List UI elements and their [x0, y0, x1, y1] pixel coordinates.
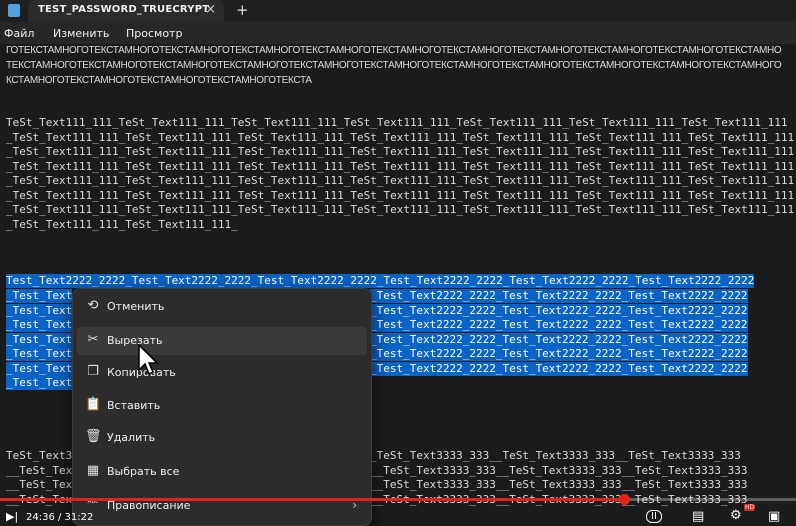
- selected-text-line: Test_Text2222_2222_Test_Text2222_2222_Te…: [6, 274, 755, 288]
- text-line: _TeSt_Text111_111_TeSt_Text111_111_TeSt_…: [6, 159, 795, 173]
- video-progress-fill: [0, 498, 625, 501]
- video-time: 24:36 / 31:22: [26, 512, 94, 523]
- selected-text-line-end: _Test_Text2222_2222_Test_Text2222_2222_T…: [370, 303, 748, 318]
- text-line: _TeSt_Text111_111_TeSt_Text111_111_TeSt_…: [6, 203, 795, 216]
- trash-icon: 🗑: [85, 429, 102, 444]
- scissors-icon: ✂: [87, 332, 99, 347]
- context-menu-item[interactable]: ⟲ Отменить: [77, 293, 367, 321]
- new-tab-icon[interactable]: +: [236, 1, 249, 19]
- context-menu-item[interactable]: ❐ Копировать: [77, 359, 367, 387]
- tab-document[interactable]: TEST_PASSWORD_TRUECRYPT ×: [28, 0, 224, 22]
- tab-title: TEST_PASSWORD_TRUECRYPT: [38, 4, 210, 15]
- cyr-line: ГОТЕКСТАМНОГОТЕКСТАМНОГОТЕКСТАМНОГОТЕКСТ…: [6, 45, 782, 56]
- text-line: _TeSt_Text111_111_TeSt_Text111_111_: [6, 217, 238, 231]
- context-menu-item-label: Выбрать все: [107, 465, 180, 478]
- text-line-end: __TeSt_Text3333_333__TeSt_Text3333_333__…: [370, 463, 748, 477]
- text-line: _TeSt_Text111_111_TeSt_Text111_111_TeSt_…: [6, 145, 795, 158]
- hd-badge: HD: [744, 504, 756, 511]
- text-line-end: _TeSt_Text3333_333__TeSt_Text3333_333__T…: [370, 449, 741, 462]
- context-menu-item[interactable]: 🗑 Удалить: [77, 424, 367, 452]
- video-progress-track[interactable]: [0, 494, 796, 505]
- cyr-line: КСТАМНОГОТЕКСТАМНОГОТЕКСТАМНОГОТЕКСТАМНО…: [6, 75, 312, 86]
- text-line-start: TeSt_Text3: [6, 449, 73, 462]
- cyr-line: ТЕКСТАМНОГОТЕКСТАМНОГОТЕКСТАМНОГОТЕКСТАМ…: [6, 60, 782, 71]
- selected-text-line-end: _Test_Text2222_2222_Test_Text2222_2222_T…: [370, 332, 748, 347]
- text-line-end: __TeSt_Text3333_333__TeSt_Text3333_333__…: [370, 478, 748, 491]
- settings-gear-icon[interactable]: ⚙: [730, 508, 742, 523]
- text-line: _TeSt_Text111_111_TeSt_Text111_111_TeSt_…: [6, 188, 795, 202]
- autoplay-toggle-icon[interactable]: II: [646, 510, 662, 523]
- context-menu: ⟲ Отменить ✂ Вырезать ❐ Копировать 📋 Вставить 🗑 У…: [72, 288, 372, 526]
- menu-bar: Файл Изменить Просмотр ⚙: [0, 22, 796, 62]
- context-menu-item[interactable]: ✂ Вырезать: [77, 327, 367, 355]
- context-menu-item-label: Отменить: [107, 300, 165, 313]
- selected-text-line-start: _Test_Text: [6, 332, 73, 347]
- context-menu-item-label: Удалить: [107, 431, 156, 444]
- close-tab-icon[interactable]: ×: [205, 2, 216, 17]
- selected-text-line-start: _Test_Text: [6, 289, 73, 303]
- selected-text-line-start: _Test_Text: [6, 361, 73, 376]
- text-line-start: __TeSt_Tex: [6, 463, 73, 477]
- selected-text-line-end: _Test_Text2222_2222_Test_Text2222_2222_T…: [370, 347, 748, 361]
- menu-file[interactable]: Файл: [4, 27, 34, 40]
- video-progress-knob[interactable]: [619, 494, 631, 505]
- title-bar: TEST_PASSWORD_TRUECRYPT × +: [0, 0, 796, 22]
- copy-icon: ❐: [87, 364, 99, 379]
- text-line: _TeSt_Text111_111_TeSt_Text111_111_TeSt_…: [6, 130, 795, 144]
- selected-text-line-end: _Test_Text2222_2222_Test_Text2222_2222_T…: [370, 318, 748, 332]
- menu-view[interactable]: Просмотр: [126, 27, 182, 40]
- notepad-icon: [8, 4, 20, 17]
- text-line: _TeSt_Text111_111_TeSt_Text111_111_TeSt_…: [6, 174, 795, 187]
- context-menu-item-label: Вставить: [107, 399, 161, 412]
- text-line-start: __TeSt_Tex: [6, 478, 73, 491]
- selected-text-line-start: _Test_Text: [6, 376, 73, 390]
- context-menu-item[interactable]: ▦ Выбрать все: [77, 458, 367, 486]
- mouse-cursor-icon: [138, 344, 159, 376]
- selected-text-line-end: _Test_Text2222_2222_Test_Text2222_2222_T…: [370, 361, 748, 376]
- menu-edit[interactable]: Изменить: [53, 27, 109, 40]
- context-menu-item[interactable]: 📋 Вставить: [77, 392, 367, 420]
- select-all-icon: ▦: [86, 463, 100, 478]
- undo-icon: ⟲: [87, 298, 99, 313]
- subtitles-icon[interactable]: ▤: [692, 509, 704, 524]
- selected-text-line-start: _Test_Text: [6, 303, 73, 318]
- selected-text-line-start: _Test_Text: [6, 347, 73, 361]
- selected-text-line-end: _Test_Text2222_2222_Test_Text2222_2222_T…: [370, 289, 748, 303]
- video-controls: ▶| 24:36 / 31:22 II ▤ ⚙ HD ▣: [0, 494, 796, 524]
- selected-text-line-start: _Test_Text: [6, 318, 73, 332]
- text-line: TeSt_Text111_111_TeSt_Text111_111_TeSt_T…: [6, 116, 788, 129]
- paste-icon: 📋: [85, 397, 102, 412]
- next-icon[interactable]: ▶|: [6, 510, 18, 523]
- miniplayer-icon[interactable]: ▣: [768, 509, 780, 524]
